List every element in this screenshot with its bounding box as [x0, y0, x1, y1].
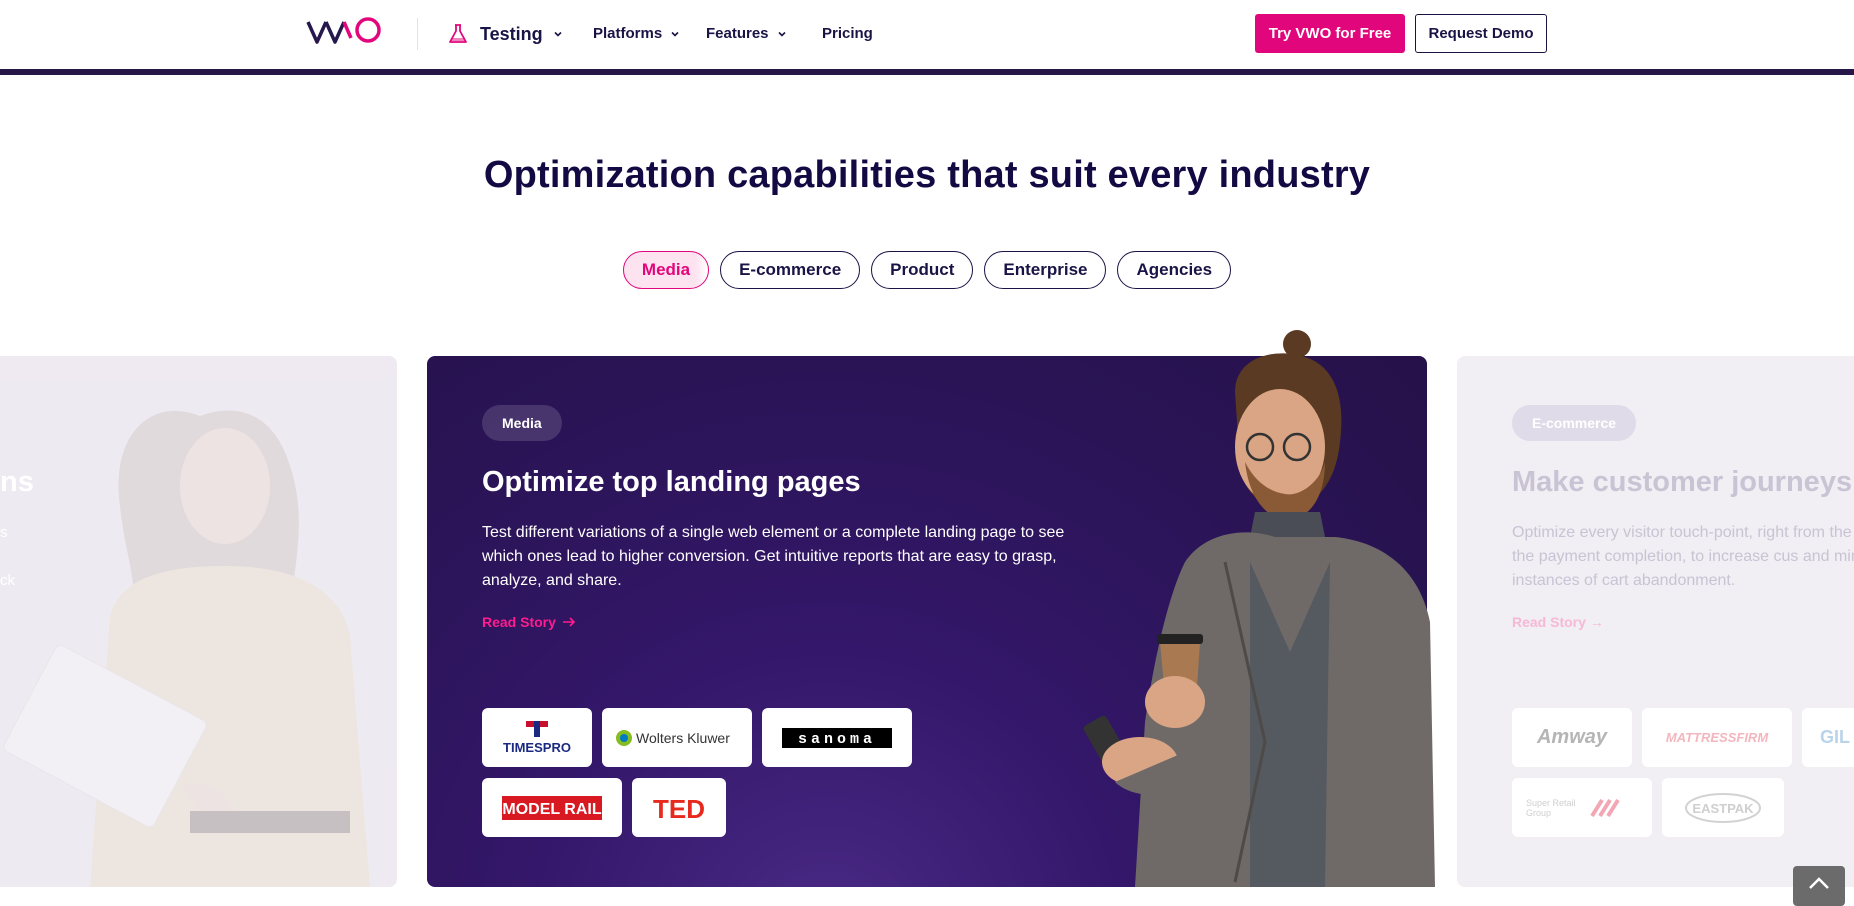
timespro-logo-tile: TIMESPRO	[482, 708, 592, 767]
card-description: Test different variations of a single we…	[482, 524, 1065, 589]
flask-icon	[449, 24, 467, 43]
eastpak-text: EASTPAK	[1692, 801, 1754, 816]
tab-ecommerce[interactable]: E-commerce	[720, 251, 861, 289]
next-card-title: Make customer journeys	[1512, 466, 1853, 498]
industry-tabs: Media E-commerce Product Enterprise Agen…	[0, 251, 1854, 289]
model-rail-text: MODEL RAIL	[502, 801, 601, 818]
super-retail-group-logo: Super Retail Group	[1512, 778, 1652, 837]
previous-card-title: ns	[0, 466, 34, 498]
nav-underline-bar	[0, 69, 1854, 75]
nav-pricing-label: Pricing	[822, 25, 873, 42]
wolters-kluwer-logo: Wolters Kluwer	[616, 729, 730, 746]
model-rail-logo: MODEL RAIL	[502, 795, 602, 820]
sanoma-logo-tile: sanoma	[762, 708, 912, 767]
sanoma-logo: sanoma	[782, 727, 892, 748]
chevron-up-icon	[1809, 877, 1829, 889]
vwo-logo[interactable]	[306, 14, 388, 48]
tab-enterprise[interactable]: Enterprise	[984, 251, 1107, 289]
ted-logo-tile: TED	[632, 778, 726, 837]
next-card-category-badge: E-commerce	[1512, 405, 1637, 441]
nav-features-label: Features	[706, 25, 769, 42]
woman-with-tablet-image	[0, 356, 397, 887]
super-retail-group-text: Super Retail Group	[1526, 797, 1576, 818]
previous-card-text-1: s	[0, 524, 8, 541]
card-title: Optimize top landing pages	[482, 466, 861, 498]
super-retail-stripes-icon	[1590, 798, 1620, 817]
nav-testing-label: Testing	[480, 23, 543, 44]
read-story-label: Read Story	[482, 614, 556, 630]
ted-logo: TED	[653, 794, 705, 822]
timespro-logo: TIMESPRO	[503, 720, 571, 755]
timespro-text: TIMESPRO	[503, 740, 571, 755]
scroll-to-top-button[interactable]	[1793, 866, 1845, 906]
section-headline: Optimization capabilities that suit ever…	[483, 154, 1371, 196]
wolters-kluwer-logo-tile: Wolters Kluwer	[602, 708, 752, 767]
mattress-firm-logo: MATTRESSFIRM	[1642, 708, 1792, 767]
eastpak-logo: EASTPAK	[1685, 792, 1761, 823]
ted-text: TED	[653, 794, 705, 822]
sanoma-text: sanoma	[798, 731, 876, 748]
carousel-card-next[interactable]: E-commerce Make customer journeys Optimi…	[1457, 356, 1854, 887]
tab-product[interactable]: Product	[871, 251, 974, 289]
eastpak-logo-tile: EASTPAK	[1662, 778, 1784, 837]
next-card-read-story-link[interactable]: Read Story →	[1512, 614, 1604, 630]
nav-features[interactable]: Features	[706, 25, 787, 42]
nav-pricing[interactable]: Pricing	[822, 25, 873, 42]
previous-card-text-2: ck	[0, 572, 15, 589]
man-with-coffee-and-phone-image	[1083, 330, 1435, 887]
chevron-down-icon	[777, 31, 786, 37]
carousel-card-previous[interactable]: ns s ck	[0, 356, 397, 887]
request-demo-button[interactable]: Request Demo	[1415, 14, 1547, 53]
tab-agencies[interactable]: Agencies	[1117, 251, 1232, 289]
next-read-story-label: Read Story	[1512, 614, 1586, 630]
amway-logo: Amway	[1512, 708, 1632, 767]
try-free-button[interactable]: Try VWO for Free	[1255, 14, 1405, 53]
model-rail-logo-tile: MODEL RAIL	[482, 778, 622, 837]
chevron-down-icon	[671, 31, 679, 37]
chevron-down-icon	[554, 31, 562, 37]
card-category-badge: Media	[482, 405, 562, 441]
nav-platforms-label: Platforms	[593, 25, 663, 42]
nav-testing-menu[interactable]: Testing	[446, 22, 563, 46]
top-navigation: Testing Platforms Features Pricing Try V…	[0, 0, 1854, 69]
next-card-description: Optimize every visitor touch-point, righ…	[1512, 524, 1854, 589]
tab-media[interactable]: Media	[622, 251, 710, 289]
nav-divider	[417, 18, 418, 50]
gil-logo: GIL	[1802, 708, 1854, 767]
wolters-kluwer-text: Wolters Kluwer	[636, 730, 730, 746]
read-story-link[interactable]: Read Story	[482, 614, 576, 630]
nav-platforms[interactable]: Platforms	[593, 25, 680, 42]
arrow-right-icon	[562, 617, 576, 627]
